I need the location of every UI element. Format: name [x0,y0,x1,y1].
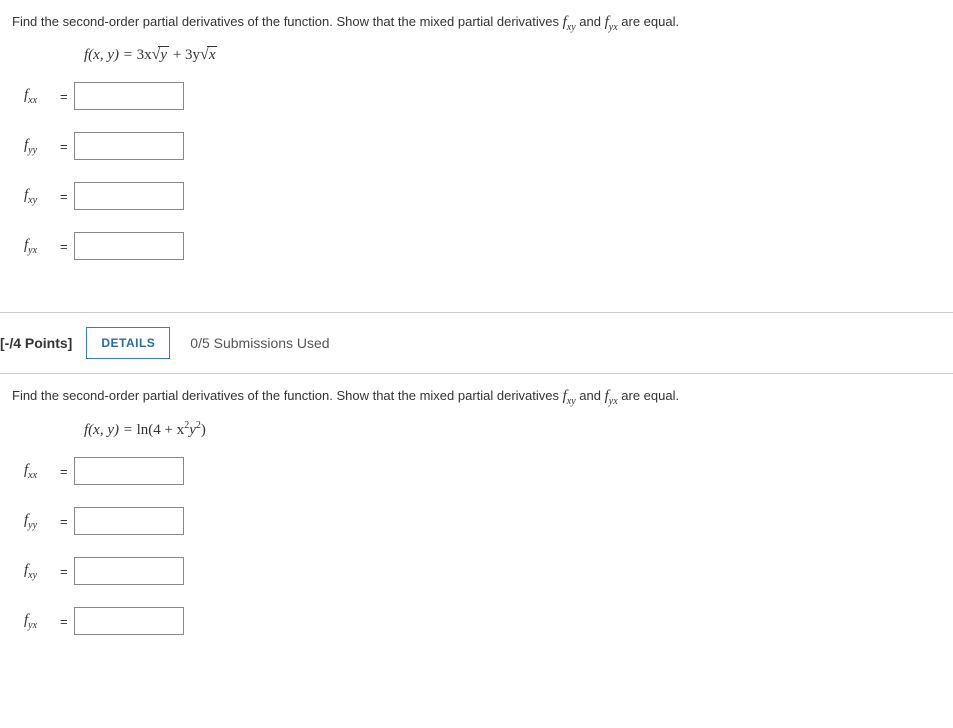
q2-fyy-row: fyy = [24,507,941,535]
q1-prompt: Find the second-order partial derivative… [12,10,941,36]
points-label: [-/4 Points] [0,335,72,351]
label-fxx: fxx [24,462,60,481]
q2-answers: fxx = fyy = fxy = fyx = [24,457,941,635]
equals-sign: = [60,464,68,479]
q2-prompt-pre: Find the second-order partial derivative… [12,388,563,403]
q2-fxy-row: fxy = [24,557,941,585]
q1-fxy: fxy [563,14,576,30]
q2-fyx-row: fyx = [24,607,941,635]
equals-sign: = [60,614,68,629]
q1-fyx-input[interactable] [74,232,184,260]
q1-fyx-row: fyx = [24,232,941,260]
q1-function: f(x, y) = 3x√y + 3y√x [84,46,941,64]
q1-prompt-pre: Find the second-order partial derivative… [12,14,563,29]
q2-prompt: Find the second-order partial derivative… [12,384,941,410]
q2-prompt-mid: and [576,388,605,403]
question-2: Find the second-order partial derivative… [0,374,953,687]
q2-fyx-input[interactable] [74,607,184,635]
q2-fyy-input[interactable] [74,507,184,535]
q2-fxx-input[interactable] [74,457,184,485]
label-fyx: fyx [24,237,60,256]
q1-prompt-mid: and [576,14,605,29]
label-fxx: fxx [24,87,60,106]
question-1: Find the second-order partial derivative… [0,0,953,312]
equals-sign: = [60,89,68,104]
q2-function: f(x, y) = ln(4 + x2y2) [84,420,941,439]
q2-fxy: fxy [563,388,576,404]
sqrt-icon: √x [200,46,217,64]
q1-fyy-row: fyy = [24,132,941,160]
q1-fxy-input[interactable] [74,182,184,210]
q1-fxx-row: fxx = [24,82,941,110]
sqrt-icon: √y [152,46,169,64]
label-fyy: fyy [24,512,60,531]
label-fyx: fyx [24,612,60,631]
equals-sign: = [60,189,68,204]
details-button[interactable]: DETAILS [86,327,170,359]
question-header-band: [-/4 Points] DETAILS 0/5 Submissions Use… [0,312,953,374]
equals-sign: = [60,139,68,154]
q2-fxx-row: fxx = [24,457,941,485]
label-fyy: fyy [24,137,60,156]
label-fxy: fxy [24,187,60,206]
q1-answers: fxx = fyy = fxy = fyx = [24,82,941,260]
q1-fyy-input[interactable] [74,132,184,160]
submissions-label: 0/5 Submissions Used [190,335,329,351]
q1-fxy-row: fxy = [24,182,941,210]
equals-sign: = [60,564,68,579]
q1-prompt-post: are equal. [618,14,679,29]
equals-sign: = [60,239,68,254]
q1-fyx: fyx [605,14,618,30]
q1-fxx-input[interactable] [74,82,184,110]
q2-prompt-post: are equal. [618,388,679,403]
equals-sign: = [60,514,68,529]
q2-fyx: fyx [605,388,618,404]
q2-fxy-input[interactable] [74,557,184,585]
label-fxy: fxy [24,562,60,581]
